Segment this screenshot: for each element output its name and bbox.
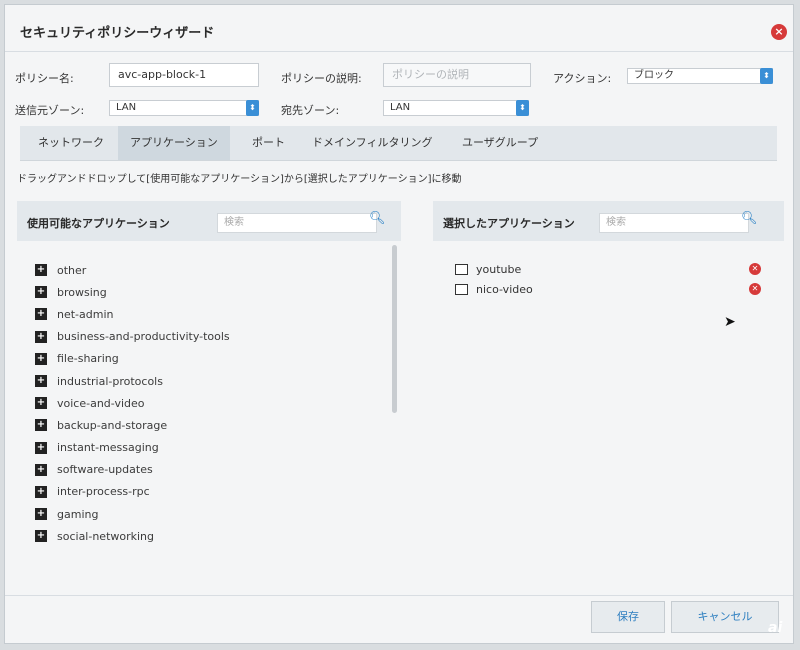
- action-label: アクション:: [553, 72, 612, 85]
- dialog-title: セキュリティポリシーウィザード: [20, 26, 215, 41]
- list-item[interactable]: + instant-messaging: [35, 437, 385, 459]
- dialog-footer: [5, 595, 793, 596]
- dest-zone-value: LAN: [390, 102, 411, 113]
- plus-icon[interactable]: +: [35, 441, 47, 454]
- plus-icon[interactable]: +: [35, 530, 47, 543]
- tab-bar: ネットワーク アプリケーション ポート ドメインフィルタリング ユーザグループ: [20, 126, 777, 161]
- tab-ports[interactable]: ポート: [240, 126, 297, 160]
- list-item[interactable]: + industrial-protocols: [35, 370, 385, 392]
- plus-icon[interactable]: +: [35, 330, 47, 343]
- tab-applications[interactable]: アプリケーション: [118, 126, 230, 160]
- plus-icon[interactable]: +: [35, 485, 47, 498]
- policy-name-label: ポリシー名:: [15, 72, 74, 85]
- close-icon[interactable]: ×: [771, 24, 787, 40]
- list-item[interactable]: + business-and-productivity-tools: [35, 326, 385, 348]
- cancel-button[interactable]: キャンセル: [671, 601, 779, 633]
- source-zone-label: 送信元ゾーン:: [15, 104, 85, 117]
- list-item[interactable]: + software-updates: [35, 459, 385, 481]
- remove-icon[interactable]: ✕: [749, 263, 761, 275]
- source-zone-value: LAN: [116, 102, 137, 113]
- action-select[interactable]: ブロック ⬍: [627, 68, 773, 84]
- titlebar: セキュリティポリシーウィザード ×: [5, 5, 793, 52]
- search-icon[interactable]: 🔍︎: [741, 211, 758, 226]
- plus-icon[interactable]: +: [35, 375, 47, 388]
- plus-icon[interactable]: +: [35, 286, 47, 299]
- selected-panel-header: 選択したアプリケーション 検索 🔍︎: [433, 201, 784, 241]
- dest-zone-select[interactable]: LAN ⬍: [383, 100, 529, 116]
- list-item[interactable]: + inter-process-rpc: [35, 481, 385, 503]
- list-item[interactable]: + social-networking: [35, 525, 385, 547]
- available-app-list: + other + browsing + net-admin + business-an…: [35, 259, 385, 547]
- tab-network[interactable]: ネットワーク: [26, 126, 116, 160]
- remove-icon[interactable]: ✕: [749, 283, 761, 295]
- list-item[interactable]: + file-sharing: [35, 348, 385, 370]
- available-panel-title: 使用可能なアプリケーション: [27, 217, 170, 230]
- plus-icon[interactable]: +: [35, 419, 47, 432]
- plus-icon[interactable]: +: [35, 508, 47, 521]
- watermark-logo: ai: [768, 620, 783, 636]
- dest-zone-label: 宛先ゾーン:: [281, 104, 340, 117]
- available-list-scrollbar[interactable]: [392, 245, 397, 413]
- list-item[interactable]: + browsing: [35, 281, 385, 303]
- chevron-down-icon: ⬍: [516, 100, 529, 116]
- available-panel-header: 使用可能なアプリケーション 検索 🔍︎: [17, 201, 401, 241]
- app-icon: [455, 283, 468, 295]
- selected-panel-title: 選択したアプリケーション: [443, 217, 575, 230]
- policy-wizard-dialog: セキュリティポリシーウィザード × ポリシー名: avc-app-block-1…: [4, 4, 794, 644]
- list-item[interactable]: + gaming: [35, 503, 385, 525]
- description-label: ポリシーの説明:: [281, 72, 362, 85]
- chevron-down-icon: ⬍: [760, 68, 773, 84]
- list-item[interactable]: + other: [35, 259, 385, 281]
- plus-icon[interactable]: +: [35, 308, 47, 321]
- plus-icon[interactable]: +: [35, 463, 47, 476]
- save-button[interactable]: 保存: [591, 601, 665, 633]
- plus-icon[interactable]: +: [35, 397, 47, 410]
- selected-item[interactable]: nico-video ✕: [455, 280, 775, 298]
- list-item[interactable]: + voice-and-video: [35, 392, 385, 414]
- plus-icon[interactable]: +: [35, 352, 47, 365]
- tab-domain-filtering[interactable]: ドメインフィルタリング: [300, 126, 444, 160]
- plus-icon[interactable]: +: [35, 264, 47, 277]
- chevron-down-icon: ⬍: [246, 100, 259, 116]
- policy-name-input[interactable]: avc-app-block-1: [109, 63, 259, 87]
- action-select-value: ブロック: [634, 70, 674, 81]
- selected-item[interactable]: youtube ✕: [455, 260, 775, 278]
- instruction-text: ドラッグアンドドロップして[使用可能なアプリケーション]から[選択したアプリケー…: [17, 174, 462, 185]
- description-input[interactable]: ポリシーの説明: [383, 63, 531, 87]
- tab-user-groups[interactable]: ユーザグループ: [450, 126, 550, 160]
- source-zone-select[interactable]: LAN ⬍: [109, 100, 259, 116]
- available-search-input[interactable]: 検索: [217, 213, 377, 233]
- selected-search-input[interactable]: 検索: [599, 213, 749, 233]
- search-icon[interactable]: 🔍︎: [369, 211, 386, 226]
- list-item[interactable]: + backup-and-storage: [35, 414, 385, 436]
- mouse-cursor-icon: ➤: [724, 314, 736, 330]
- app-icon: [455, 263, 468, 275]
- list-item[interactable]: + net-admin: [35, 303, 385, 325]
